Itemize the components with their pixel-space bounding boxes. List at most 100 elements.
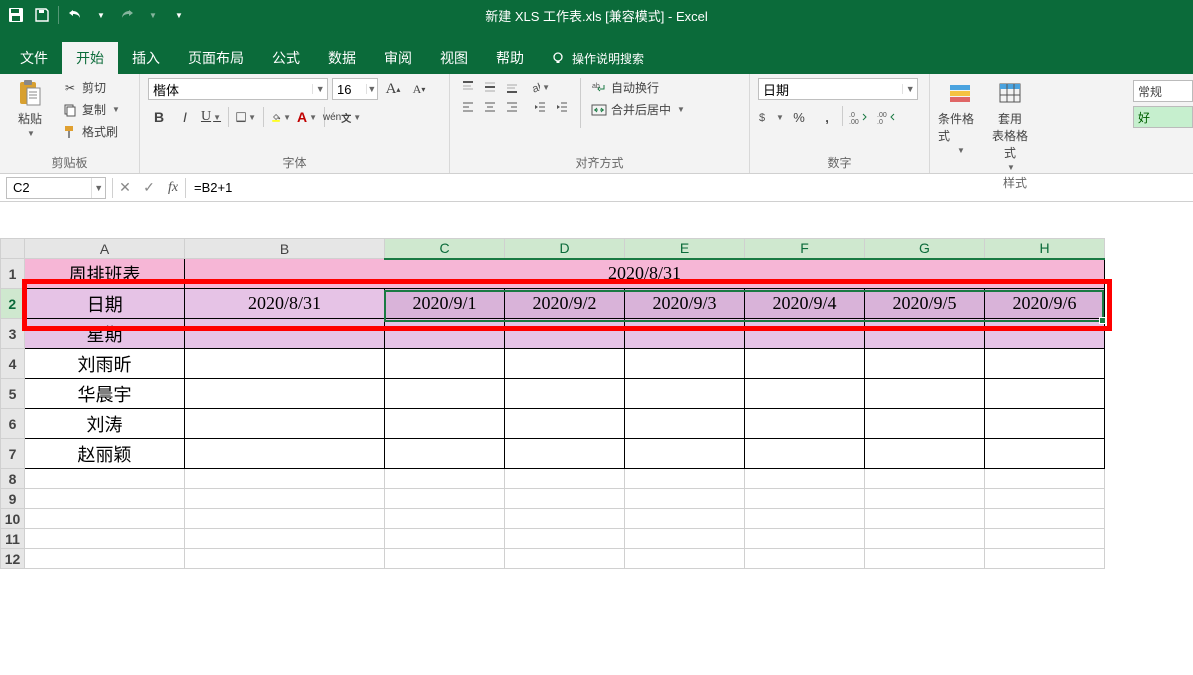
cell-F7[interactable] (745, 439, 865, 469)
cell-E5[interactable] (625, 379, 745, 409)
cell-H2[interactable]: 2020/9/6 (985, 289, 1105, 319)
cell-G7[interactable] (865, 439, 985, 469)
row-header-6[interactable]: 6 (1, 409, 25, 439)
col-header-D[interactable]: D (505, 239, 625, 259)
redo-dropdown-icon[interactable]: ▼ (143, 5, 163, 25)
cell-D4[interactable] (505, 349, 625, 379)
cell-C3[interactable] (385, 319, 505, 349)
align-right-button[interactable] (502, 98, 522, 116)
wrap-text-button[interactable]: ab自动换行 (589, 78, 687, 97)
cell-F2[interactable]: 2020/9/4 (745, 289, 865, 319)
decrease-indent-button[interactable] (530, 98, 550, 116)
name-box-input[interactable] (7, 178, 91, 198)
cell-C6[interactable] (385, 409, 505, 439)
cell-D11[interactable] (505, 529, 625, 549)
cell-B9[interactable] (185, 489, 385, 509)
col-header-B[interactable]: B (185, 239, 385, 259)
select-all-corner[interactable] (1, 239, 25, 259)
cell-D8[interactable] (505, 469, 625, 489)
cell-B5[interactable] (185, 379, 385, 409)
tab-home[interactable]: 开始 (62, 42, 118, 74)
cell-C5[interactable] (385, 379, 505, 409)
cell-H12[interactable] (985, 549, 1105, 569)
cell-G12[interactable] (865, 549, 985, 569)
cell-A9[interactable] (25, 489, 185, 509)
name-box[interactable]: ▼ (6, 177, 106, 199)
align-middle-button[interactable] (480, 78, 500, 96)
cell-A10[interactable] (25, 509, 185, 529)
row-header-9[interactable]: 9 (1, 489, 25, 509)
col-header-E[interactable]: E (625, 239, 745, 259)
tab-review[interactable]: 审阅 (370, 42, 426, 74)
cell-F4[interactable] (745, 349, 865, 379)
col-header-F[interactable]: F (745, 239, 865, 259)
cell-H6[interactable] (985, 409, 1105, 439)
cell-E11[interactable] (625, 529, 745, 549)
cell-H4[interactable] (985, 349, 1105, 379)
insert-function-button[interactable]: fx (161, 177, 185, 199)
cell-E2[interactable]: 2020/9/3 (625, 289, 745, 319)
cell-H7[interactable] (985, 439, 1105, 469)
col-header-A[interactable]: A (25, 239, 185, 259)
cell-D2[interactable]: 2020/9/2 (505, 289, 625, 319)
row-header-5[interactable]: 5 (1, 379, 25, 409)
cell-D12[interactable] (505, 549, 625, 569)
cell-E8[interactable] (625, 469, 745, 489)
cancel-formula-button[interactable]: ✕ (113, 177, 137, 199)
cell-F5[interactable] (745, 379, 865, 409)
cell-style-good[interactable]: 好 (1133, 106, 1193, 128)
cell-B7[interactable] (185, 439, 385, 469)
cell-A5[interactable]: 华晨宇 (25, 379, 185, 409)
undo-icon[interactable] (65, 5, 85, 25)
cell-B11[interactable] (185, 529, 385, 549)
cell-H3[interactable] (985, 319, 1105, 349)
cell-A8[interactable] (25, 469, 185, 489)
cell-C10[interactable] (385, 509, 505, 529)
cell-B4[interactable] (185, 349, 385, 379)
cell-G11[interactable] (865, 529, 985, 549)
undo-dropdown-icon[interactable]: ▼ (91, 5, 111, 25)
cell-D7[interactable] (505, 439, 625, 469)
worksheet-grid[interactable]: A B C D E F G H 1 周排班表 2020/8/31 2 日期 20… (0, 238, 1193, 569)
orientation-button[interactable]: ab▼ (530, 78, 550, 96)
row-header-11[interactable]: 11 (1, 529, 25, 549)
cell-D3[interactable] (505, 319, 625, 349)
cell-A7[interactable]: 赵丽颖 (25, 439, 185, 469)
col-header-C[interactable]: C (385, 239, 505, 259)
cell-B2[interactable]: 2020/8/31 (185, 289, 385, 319)
autosave-toggle-icon[interactable] (6, 5, 26, 25)
cell-C9[interactable] (385, 489, 505, 509)
font-name-dropdown-icon[interactable]: ▼ (312, 84, 327, 94)
col-header-G[interactable]: G (865, 239, 985, 259)
cell-G4[interactable] (865, 349, 985, 379)
cell-A4[interactable]: 刘雨昕 (25, 349, 185, 379)
row-header-1[interactable]: 1 (1, 259, 25, 289)
cell-B6[interactable] (185, 409, 385, 439)
copy-button[interactable]: 复制▼ (60, 100, 122, 119)
increase-font-button[interactable]: A▴ (382, 78, 404, 100)
cell-A3[interactable]: 星期 (25, 319, 185, 349)
cell-G5[interactable] (865, 379, 985, 409)
tab-formulas[interactable]: 公式 (258, 42, 314, 74)
cell-F10[interactable] (745, 509, 865, 529)
cell-style-normal[interactable]: 常规 (1133, 80, 1193, 102)
cell-C12[interactable] (385, 549, 505, 569)
align-center-button[interactable] (480, 98, 500, 116)
tab-insert[interactable]: 插入 (118, 42, 174, 74)
decrease-font-button[interactable]: A▾ (408, 78, 430, 100)
decrease-decimal-button[interactable]: .00.0 (873, 106, 899, 128)
format-as-table-button[interactable]: 套用 表格格式▼ (988, 78, 1032, 172)
cell-F12[interactable] (745, 549, 865, 569)
align-top-button[interactable] (458, 78, 478, 96)
phonetic-button[interactable]: wén文▼ (331, 106, 353, 128)
cell-F9[interactable] (745, 489, 865, 509)
row-header-3[interactable]: 3 (1, 319, 25, 349)
percent-button[interactable]: % (786, 106, 812, 128)
increase-decimal-button[interactable]: .0.00 (845, 106, 871, 128)
row-header-10[interactable]: 10 (1, 509, 25, 529)
comma-button[interactable]: , (814, 106, 840, 128)
cut-button[interactable]: ✂剪切 (60, 78, 122, 97)
cell-F6[interactable] (745, 409, 865, 439)
align-left-button[interactable] (458, 98, 478, 116)
row-header-12[interactable]: 12 (1, 549, 25, 569)
